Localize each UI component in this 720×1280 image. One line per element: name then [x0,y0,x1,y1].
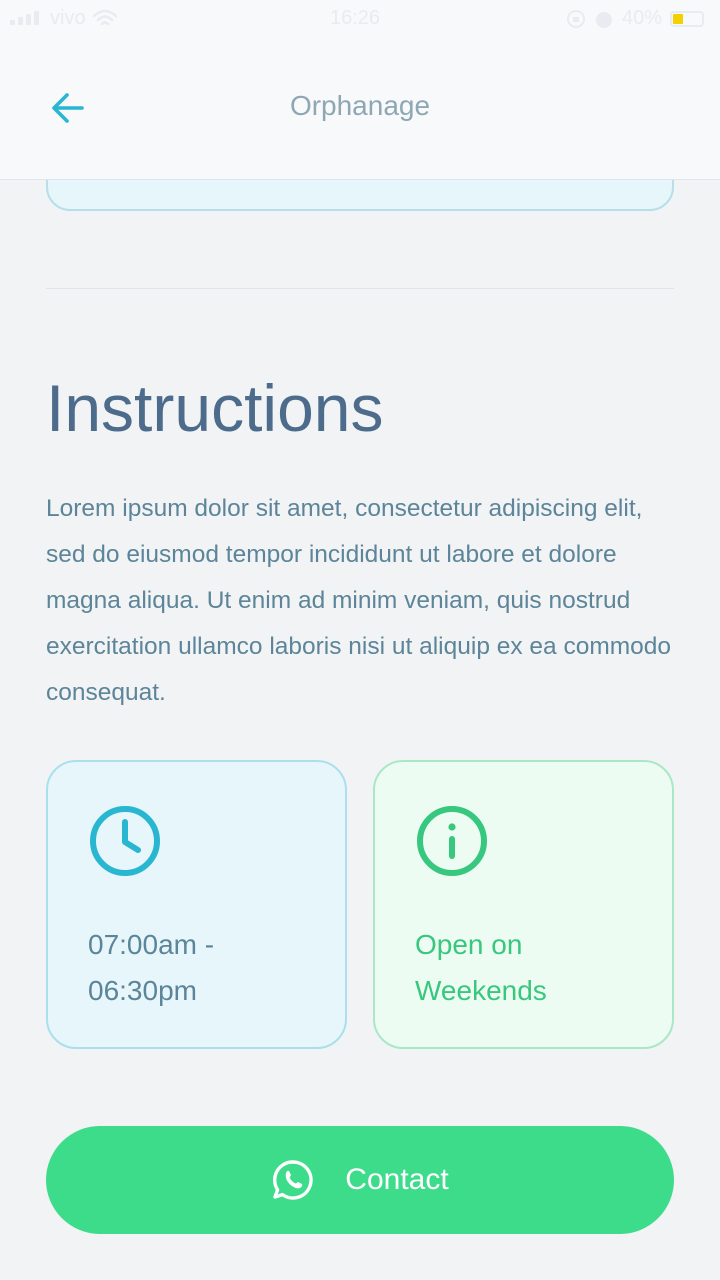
status-bar: vivo 16:26 40% [0,0,720,38]
battery-icon [670,10,704,27]
divider [46,288,674,289]
weekend-card: Open on Weekends [373,760,674,1049]
status-right: 40% [566,7,704,30]
battery-percent: 40% [621,7,662,29]
weekend-text: Open on Weekends [415,929,547,1006]
screen: Orphanage vivo 16:26 40% Instructions Lo… [0,0,720,1280]
instructions-title: Instructions [46,371,384,445]
carrier-info: vivo [10,7,118,30]
contact-button[interactable]: Contact [46,1126,674,1234]
alarm-icon [595,11,612,28]
clock-icon [90,806,160,876]
contact-label: Contact [345,1163,449,1196]
status-time: 16:26 [330,7,381,29]
opening-hours-text: 07:00am - 06:30pm [88,929,215,1006]
wifi-icon [92,9,117,25]
rotation-lock-icon [566,9,585,28]
whatsapp-icon [273,1160,313,1200]
signal-icon [10,10,44,27]
page-title: Orphanage [289,90,431,121]
instructions-body: Lorem ipsum dolor sit amet, consectetur … [46,495,672,706]
opening-hours-card: 07:00am - 06:30pm [46,760,347,1049]
info-icon [417,806,487,876]
carrier-label: vivo [50,7,86,29]
